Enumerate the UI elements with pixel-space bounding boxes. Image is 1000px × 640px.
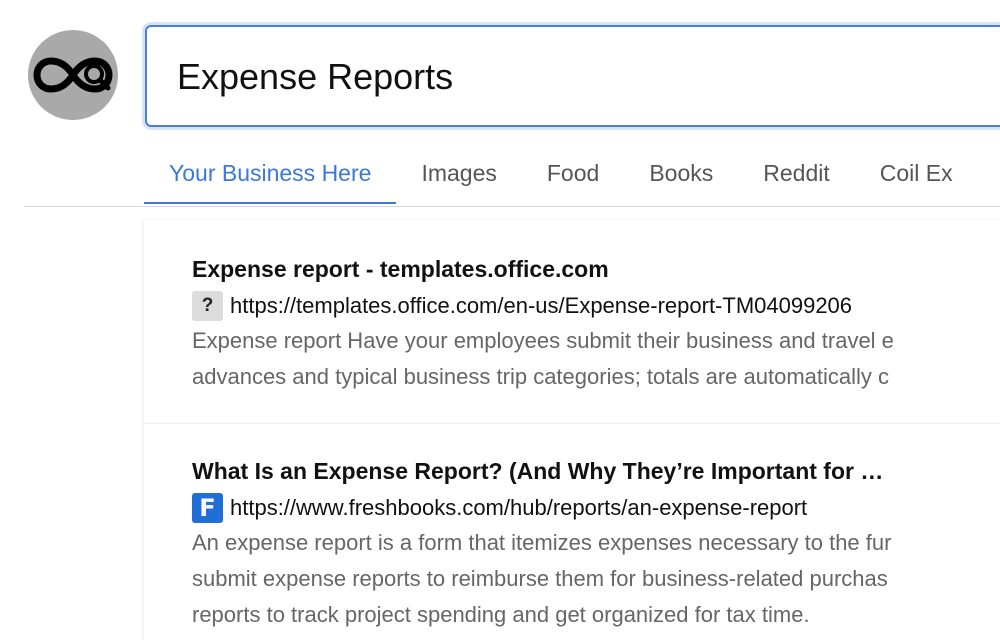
result-url-row: ? https://templates.office.com/en-us/Exp… (192, 291, 1000, 321)
result-snippet-line: submit expense reports to reimburse them… (192, 566, 888, 591)
tab-coil-ex[interactable]: Coil Ex (855, 150, 978, 204)
result-url-link[interactable]: https://www.freshbooks.com/hub/reports/a… (230, 495, 807, 521)
freshbooks-icon: F (192, 493, 223, 523)
tab-images[interactable]: Images (396, 150, 521, 204)
result-snippet-line: Expense report Have your employees submi… (192, 328, 894, 353)
result-title-link[interactable]: Expense report - templates.office.com (192, 256, 1000, 283)
result-divider (144, 423, 1000, 424)
result-title-link[interactable]: What Is an Expense Report? (And Why They… (192, 458, 1000, 485)
result-snippet-line: advances and typical business trip categ… (192, 364, 890, 389)
search-result: What Is an Expense Report? (And Why They… (192, 458, 1000, 633)
tab-reddit[interactable]: Reddit (738, 150, 854, 204)
result-snippet-line: reports to track project spending and ge… (192, 602, 810, 627)
app-logo[interactable] (28, 30, 118, 120)
question-mark-icon: ? (192, 291, 223, 321)
result-snippet-line: An expense report is a form that itemize… (192, 530, 892, 555)
tab-books[interactable]: Books (624, 150, 738, 204)
results-panel: Expense report - templates.office.com ? … (144, 220, 1000, 640)
tabs-divider (24, 206, 1000, 207)
search-box[interactable] (145, 25, 1000, 127)
result-url-row: F https://www.freshbooks.com/hub/reports… (192, 493, 1000, 523)
infinity-search-logo-icon (33, 57, 113, 93)
tab-your-business-here[interactable]: Your Business Here (144, 150, 397, 204)
search-input[interactable] (177, 49, 877, 105)
tab-food[interactable]: Food (522, 150, 624, 204)
search-result: Expense report - templates.office.com ? … (192, 256, 1000, 395)
search-tabs: Your Business Here Images Food Books Red… (144, 150, 978, 204)
result-url-link[interactable]: https://templates.office.com/en-us/Expen… (230, 293, 852, 319)
